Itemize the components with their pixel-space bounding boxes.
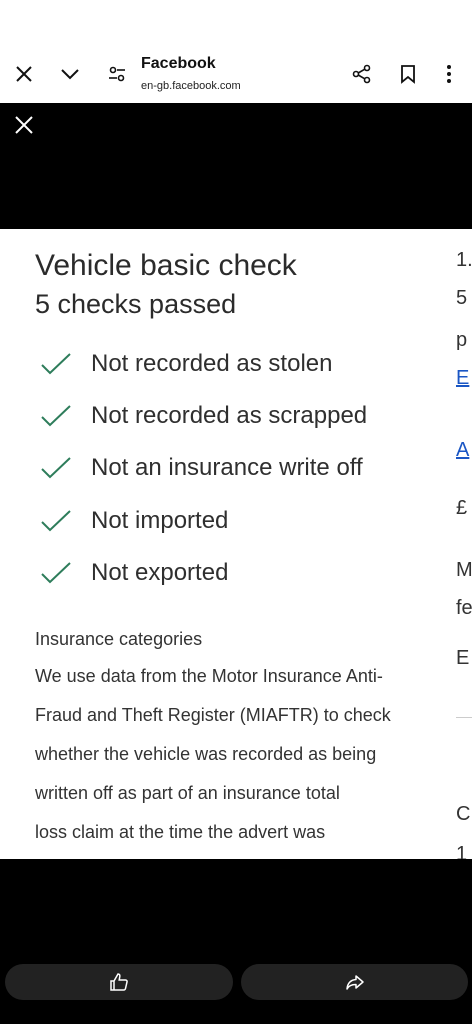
card-heading: Vehicle basic check (35, 249, 297, 282)
peek-text: M (456, 559, 472, 581)
insurance-line: whether the vehicle was recorded as bein… (35, 744, 377, 764)
viewer-header (0, 103, 472, 229)
page-url[interactable]: en-gb.facebook.com (141, 80, 241, 92)
peek-text: C (456, 803, 471, 825)
checkmark-icon (41, 562, 71, 584)
thumbs-up-icon (110, 973, 128, 991)
page-title: Facebook (141, 55, 216, 72)
like-button[interactable] (5, 964, 233, 1000)
more-vertical-icon[interactable] (436, 61, 462, 87)
check-item: Not exported (40, 556, 228, 590)
divider (456, 717, 472, 718)
checkmark-icon (41, 353, 71, 375)
vehicle-check-card: Vehicle basic check 5 checks passed Not … (0, 229, 445, 859)
share-button[interactable] (241, 964, 468, 1000)
card-subheading: 5 checks passed (35, 289, 237, 319)
peek-text: 5 (456, 287, 468, 309)
insurance-description: We use data from the Motor Insurance Ant… (35, 657, 440, 852)
close-icon[interactable] (11, 61, 37, 87)
peek-text: £ (456, 497, 468, 519)
insurance-line: We use data from the Motor Insurance Ant… (35, 666, 383, 686)
check-item: Not imported (40, 504, 228, 538)
bookmark-icon[interactable] (395, 61, 421, 87)
insurance-heading: Insurance categories (35, 629, 203, 649)
next-card-peek[interactable]: 1. 5 p E A £ M fe E C 1 (445, 229, 472, 859)
viewer-close-icon[interactable] (12, 113, 36, 137)
insurance-line: loss claim at the time the advert was (35, 822, 326, 842)
check-label: Not exported (91, 559, 229, 586)
peek-text: fe (456, 597, 472, 619)
share-icon[interactable] (349, 61, 375, 87)
checkmark-icon (41, 405, 71, 427)
peek-link[interactable]: E (456, 367, 469, 390)
insurance-line: written off as part of an insurance tota… (35, 783, 340, 803)
peek-text: E (456, 647, 470, 669)
chevron-down-icon[interactable] (57, 61, 83, 87)
settings-sliders-icon[interactable] (104, 61, 130, 87)
check-label: Not recorded as scrapped (91, 402, 368, 429)
peek-text: 1 (456, 843, 468, 859)
check-item: Not an insurance write off (40, 451, 363, 485)
checkmark-icon (41, 457, 71, 479)
peek-text: 1. (456, 249, 472, 271)
check-item: Not recorded as scrapped (40, 399, 367, 433)
share-arrow-icon (345, 975, 364, 990)
checkmark-icon (41, 510, 71, 532)
peek-text: p (456, 329, 468, 351)
browser-toolbar: Facebook en-gb.facebook.com (0, 0, 472, 103)
check-label: Not imported (91, 507, 229, 534)
check-label: Not an insurance write off (91, 454, 363, 481)
peek-link[interactable]: A (456, 439, 469, 462)
insurance-line: Fraud and Theft Register (MIAFTR) to che… (35, 705, 391, 725)
check-item: Not recorded as stolen (40, 347, 332, 381)
check-label: Not recorded as stolen (91, 350, 333, 377)
